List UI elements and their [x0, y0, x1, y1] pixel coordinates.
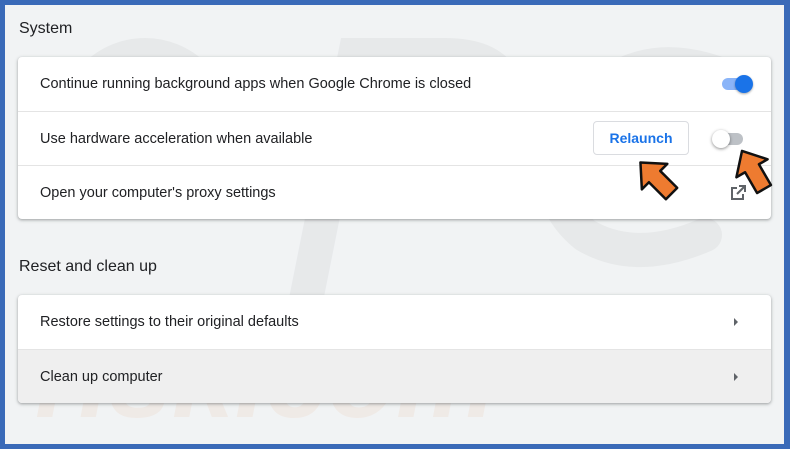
reset-settings-card: Restore settings to their original defau…	[18, 295, 771, 403]
background-apps-row[interactable]: Continue running background apps when Go…	[18, 57, 771, 111]
section-title-reset: Reset and clean up	[19, 258, 157, 275]
relaunch-button[interactable]: Relaunch	[593, 121, 689, 155]
proxy-settings-row[interactable]: Open your computer's proxy settings	[18, 165, 771, 219]
background-apps-label: Continue running background apps when Go…	[40, 76, 472, 92]
clean-up-computer-row[interactable]: Clean up computer	[18, 349, 771, 403]
hardware-acceleration-row[interactable]: Use hardware acceleration when available…	[18, 111, 771, 165]
system-settings-card: Continue running background apps when Go…	[18, 57, 771, 219]
chevron-right-icon	[734, 318, 738, 326]
settings-page: risk.com System Continue running backgro…	[5, 5, 784, 444]
toggle-knob	[712, 130, 730, 148]
toggle-knob	[735, 75, 753, 93]
external-link-icon[interactable]	[728, 183, 748, 203]
proxy-settings-label: Open your computer's proxy settings	[40, 184, 276, 201]
chevron-right-icon	[734, 373, 738, 381]
clean-up-computer-label: Clean up computer	[40, 368, 163, 385]
hardware-acceleration-toggle[interactable]	[712, 129, 746, 149]
restore-defaults-row[interactable]: Restore settings to their original defau…	[18, 295, 771, 349]
background-apps-toggle[interactable]	[719, 74, 753, 94]
restore-defaults-label: Restore settings to their original defau…	[40, 314, 299, 330]
section-title-system: System	[19, 20, 73, 37]
